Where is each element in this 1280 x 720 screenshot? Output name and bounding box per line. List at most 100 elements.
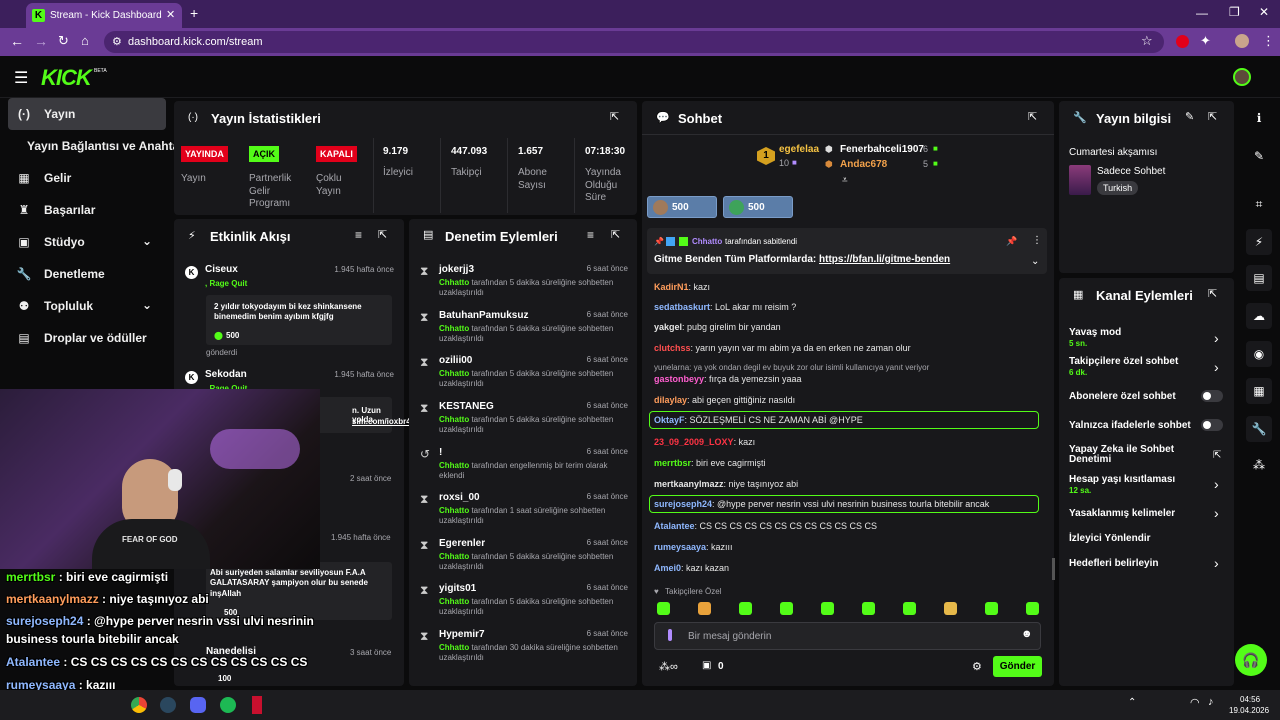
chevron-right-icon[interactable]: › <box>1214 505 1219 521</box>
chevron-right-icon[interactable]: › <box>1214 359 1219 375</box>
document-icon[interactable]: ▤ <box>1246 265 1272 291</box>
chat-username[interactable]: yakgel <box>654 322 682 332</box>
emote-icon[interactable] <box>1026 602 1039 615</box>
popout-icon[interactable]: ⇱ <box>1028 110 1037 123</box>
new-tab-icon[interactable]: + <box>190 5 198 21</box>
chat-message[interactable]: surejoseph24: @hype perver nesrin vssi u… <box>649 495 1039 513</box>
settings-gear-icon[interactable]: ⚙ <box>972 660 982 673</box>
points-icon[interactable]: ⁂ <box>1246 452 1272 478</box>
window-close-icon[interactable]: ✕ <box>1259 5 1269 19</box>
user-avatar[interactable] <box>1233 68 1251 86</box>
chat-username[interactable]: surejoseph24 <box>654 499 712 509</box>
chat-message[interactable]: Atalantee: CS CS CS CS CS CS CS CS CS CS… <box>654 521 1044 531</box>
chat-scrollbar[interactable] <box>1052 558 1055 580</box>
chat-username[interactable]: OktayF <box>654 415 685 425</box>
moderator-name[interactable]: Chhatto <box>439 552 469 561</box>
broadcast-icon[interactable]: ◉ <box>1246 341 1272 367</box>
followers-only-action[interactable]: Takipçilere özel sohbet 6 dk. <box>1069 356 1178 377</box>
emote-icon[interactable] <box>780 602 793 615</box>
gift-pill[interactable]: 500 <box>647 196 717 218</box>
lightning-icon[interactable]: ⚡ <box>1246 229 1272 255</box>
chat-message[interactable]: yakgel: pubg girelim bir yandan <box>654 322 1044 332</box>
volume-icon[interactable]: ♪ <box>1208 696 1214 708</box>
reload-icon[interactable]: ↻ <box>58 33 69 49</box>
banned-words-action[interactable]: Yasaklanmış kelimeler <box>1069 508 1175 519</box>
language-tag[interactable]: Turkish <box>1097 181 1139 195</box>
chat-username[interactable]: sedatbaskurt <box>654 302 710 312</box>
chat-message[interactable]: rumeysaaya: kazııı <box>654 542 1044 552</box>
focus-icon[interactable]: ⌗ <box>1246 191 1272 217</box>
filter-icon[interactable]: ≡ <box>587 228 594 242</box>
chat-message[interactable]: gastonbeyy: fırça da yemezsin yaaa <box>654 374 1044 384</box>
chevron-right-icon[interactable]: › <box>1214 555 1219 571</box>
sidebar-item-yayin[interactable]: (·) Yayın <box>8 98 166 130</box>
emoji-icon[interactable]: ☻ <box>1021 628 1033 640</box>
chat-username[interactable]: mertkaanylmazz <box>654 479 724 489</box>
address-bar[interactable]: ⚙ dashboard.kick.com/stream ☆ <box>104 31 1164 53</box>
raid-action[interactable]: İzleyici Yönlendir <box>1069 533 1151 544</box>
chat-message[interactable]: dilaylay: abi geçen gittiğiniz nasıldı <box>654 395 1044 405</box>
emote-icon[interactable] <box>821 602 834 615</box>
moderator-name[interactable]: Chhatto <box>439 369 469 378</box>
pinned-link[interactable]: https://bfan.li/gitme-benden <box>819 254 950 265</box>
sidebar-item-gelir[interactable]: ▦ Gelir <box>8 163 166 193</box>
discord-taskbar-icon[interactable] <box>190 697 206 713</box>
support-chat-icon[interactable]: 🎧 <box>1235 644 1267 676</box>
chat-username[interactable]: KadirN1 <box>654 282 689 292</box>
panel-icon[interactable]: ▦ <box>1246 378 1272 404</box>
clock-date[interactable]: 19.04.2026 <box>1229 706 1269 715</box>
browser-menu-icon[interactable]: ⋮ <box>1262 33 1275 49</box>
moderator-name[interactable]: Chhatto <box>439 415 469 424</box>
moderator-name[interactable]: Chhatto <box>439 461 469 470</box>
mic-icon[interactable] <box>668 629 672 641</box>
hamburger-icon[interactable]: ☰ <box>14 68 28 88</box>
pinned-by[interactable]: Chhatto <box>692 237 722 246</box>
chat-message[interactable]: OktayF: SÖZLEŞMELİ CS NE ZAMAN ABİ @HYPE <box>649 411 1039 429</box>
emote-icon[interactable] <box>903 602 916 615</box>
chevron-right-icon[interactable]: › <box>1214 476 1219 492</box>
sidebar-item-topluluk[interactable]: ⚉ Topluluk ⌄ <box>8 291 166 321</box>
chat-username[interactable]: Atalantee <box>654 521 695 531</box>
emote-icon[interactable] <box>862 602 875 615</box>
chat-username[interactable]: 23_09_2009_LOXY <box>654 437 734 447</box>
emote-icon[interactable] <box>985 602 998 615</box>
activity-user[interactable]: Sekodan <box>205 369 247 380</box>
wrench-icon[interactable]: 🔧 <box>1246 416 1272 442</box>
gift-pill[interactable]: 500 <box>723 196 793 218</box>
chevron-down-icon[interactable]: ⌄ <box>1031 256 1039 267</box>
chrome-taskbar-icon[interactable] <box>131 697 147 713</box>
popout-icon[interactable]: ⇱ <box>611 228 620 241</box>
pinned-message[interactable]: 📌 Chhatto tarafından sabitlendi 📌 ⋮ Gitm… <box>647 228 1047 274</box>
back-icon[interactable]: ← <box>10 33 24 49</box>
subscribers-only-toggle[interactable] <box>1201 390 1223 402</box>
chat-username[interactable]: Amei0 <box>654 563 681 573</box>
leaderboard-user[interactable]: egefelaa <box>779 144 819 155</box>
pencil-icon[interactable]: ✎ <box>1246 143 1272 169</box>
filter-icon[interactable]: ≡ <box>355 228 362 242</box>
category-name[interactable]: Sadece Sohbet <box>1097 166 1165 177</box>
browser-tab[interactable]: K Stream - Kick Dashboard ✕ <box>26 3 182 28</box>
restore-icon[interactable]: ❐ <box>1229 5 1240 19</box>
chat-username[interactable]: clutchss <box>654 343 691 353</box>
account-age-action[interactable]: Hesap yaşı kısıtlaması 12 sa. <box>1069 474 1175 495</box>
kick-points-icon[interactable]: ⁂∞ <box>659 660 678 673</box>
chat-message[interactable]: KadirN1: kazı <box>654 282 1044 292</box>
popout-icon[interactable]: ⇱ <box>1208 110 1217 123</box>
tab-close-icon[interactable]: ✕ <box>166 8 175 21</box>
chat-username[interactable]: dilaylay <box>654 395 687 405</box>
emote-icon[interactable] <box>944 602 957 615</box>
spotify-taskbar-icon[interactable] <box>220 697 236 713</box>
emotes-only-toggle[interactable] <box>1201 419 1223 431</box>
chat-message[interactable]: sedatbaskurt: LoL akar mı reisim ? <box>654 302 1044 312</box>
steam-taskbar-icon[interactable] <box>160 697 176 713</box>
emote-icon[interactable] <box>657 602 670 615</box>
slow-mode-action[interactable]: Yavaş mod 5 sn. <box>1069 327 1121 348</box>
unpin-icon[interactable]: 📌 <box>1006 236 1017 247</box>
bookmark-star-icon[interactable]: ☆ <box>1141 33 1153 49</box>
emote-icon[interactable] <box>698 602 711 615</box>
leaderboard-user[interactable]: Fenerbahceli1907 <box>840 144 924 155</box>
site-info-icon[interactable]: ⚙ <box>112 35 122 48</box>
sidebar-item-studyo[interactable]: ▣ Stüdyo ⌄ <box>8 227 166 257</box>
forward-icon[interactable]: → <box>34 33 48 49</box>
chat-message[interactable]: mertkaanylmazz: niye taşınıyoz abi <box>654 479 1044 489</box>
